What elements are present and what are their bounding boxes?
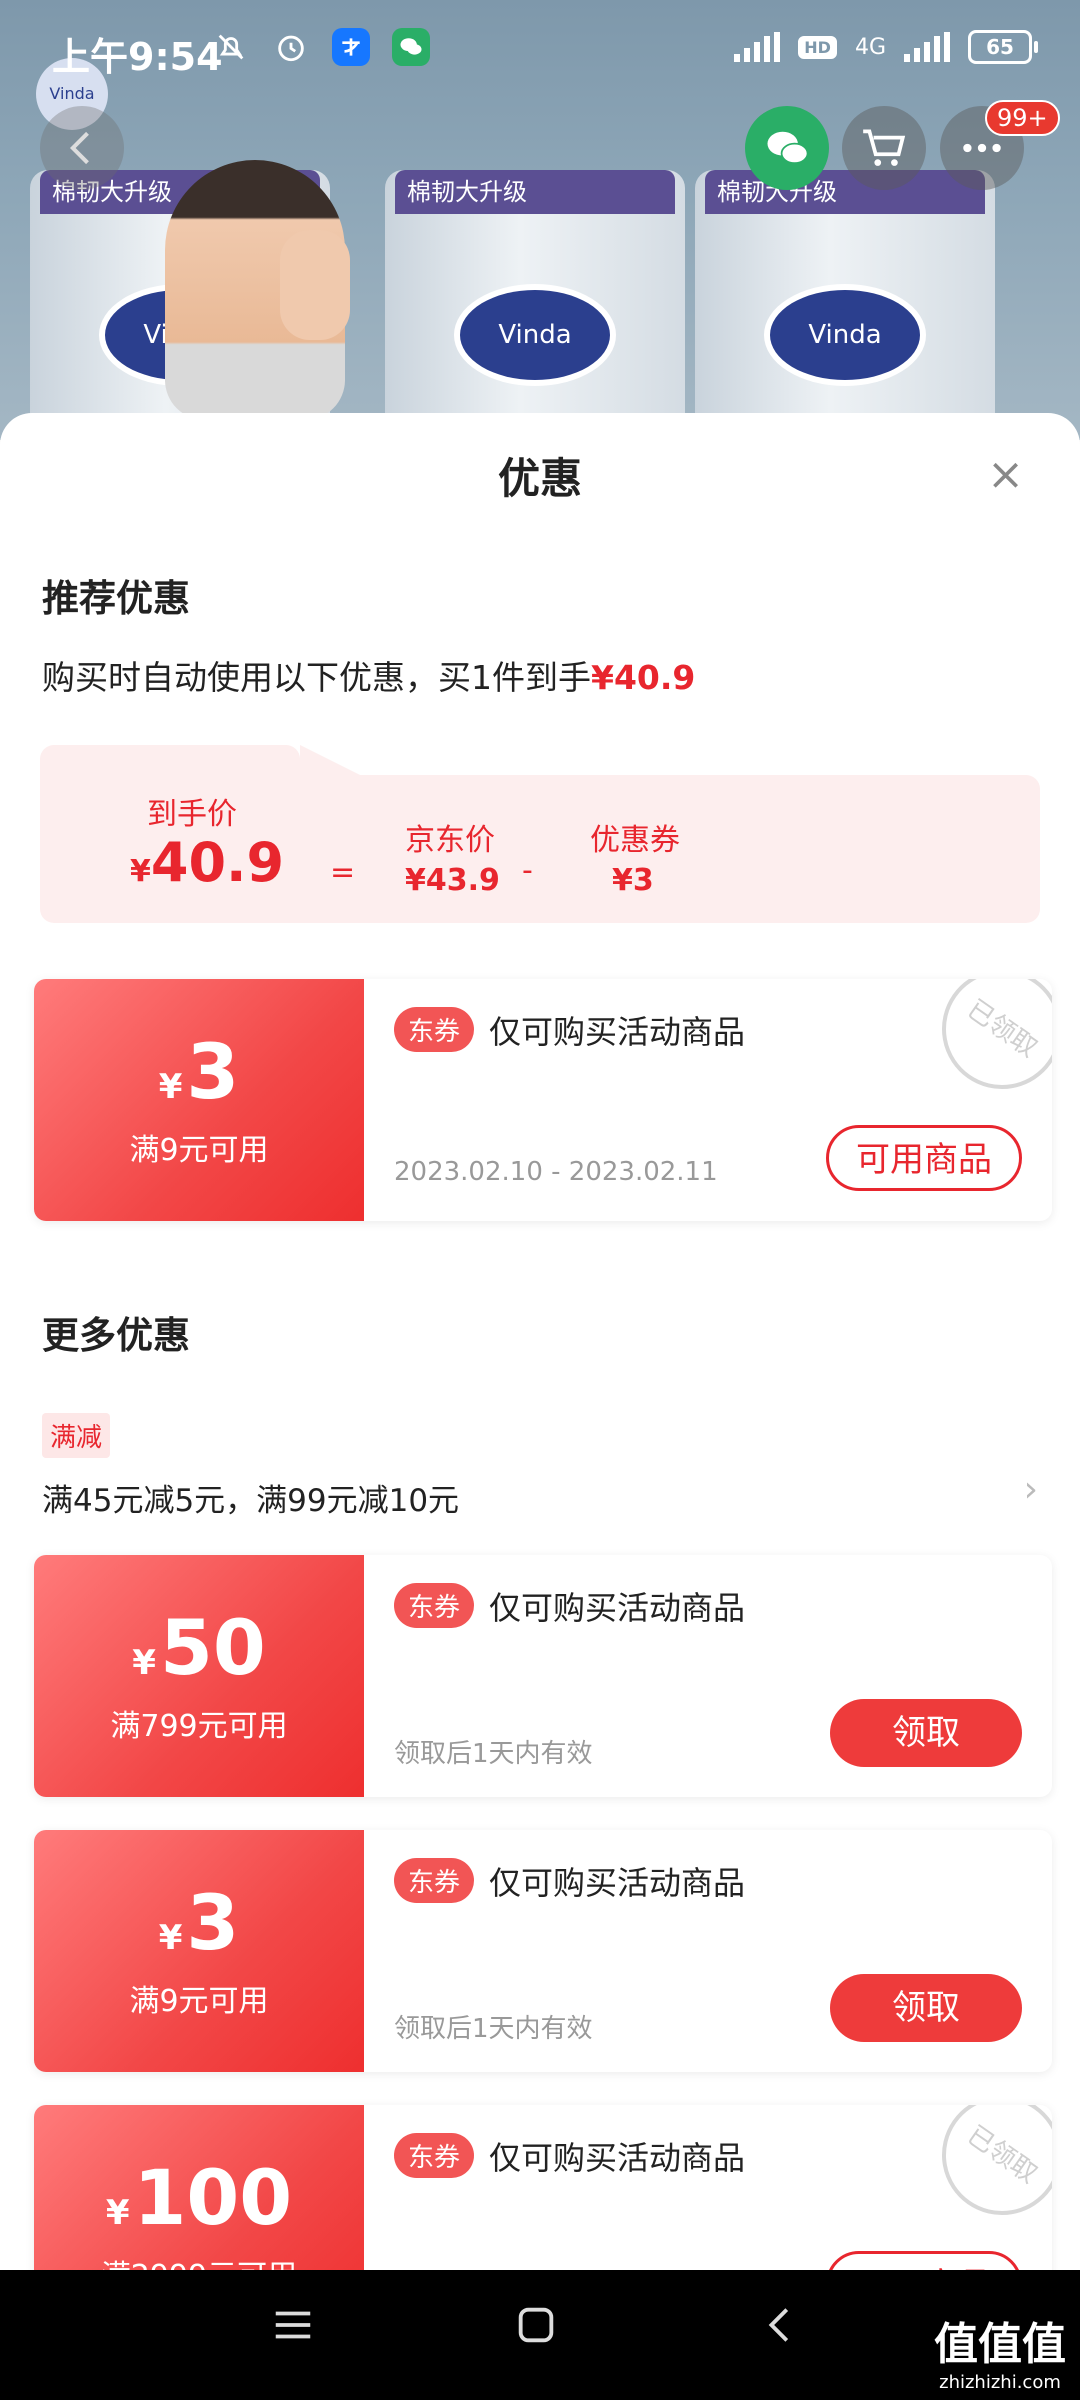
status-time: 上午9:54 (52, 35, 223, 79)
full-reduction-tag: 满减 (42, 1413, 111, 1458)
close-icon: × (987, 449, 1024, 500)
coupon-amount: ¥50 (132, 1603, 266, 1692)
jd-price-label: 京东价 (405, 823, 495, 858)
roll-band-text: 棉韧大升级 (705, 170, 985, 214)
full-reduction-text[interactable]: 满45元减5元，满99元减10元 (42, 1475, 459, 1520)
message-count-badge: 99+ (985, 100, 1060, 136)
jd-price-value: ¥43.9 (405, 863, 500, 898)
alarm-clock-icon (272, 28, 310, 66)
coupon-type-tag: 东券 (394, 2133, 475, 2178)
hd-icon: HD (798, 35, 837, 59)
home-button[interactable] (513, 2302, 559, 2359)
coupon-type-tag: 东券 (394, 1007, 475, 1052)
watermark-site: zhizhizhi.com (939, 2372, 1061, 2393)
chevron-right-icon[interactable]: › (1024, 1469, 1038, 1510)
more-discounts-title: 更多优惠 (42, 1314, 190, 1357)
brand-logo: Vinda (460, 290, 610, 380)
coupon-amount-panel: ¥3 满9元可用 (34, 1830, 364, 2072)
coupon-amount-panel: ¥50 满799元可用 (34, 1555, 364, 1797)
coupon-description: 仅可购买活动商品 (489, 1864, 746, 1902)
wechat-icon (767, 131, 809, 165)
coupon-amount: ¥100 (105, 2153, 293, 2242)
coupon-condition: 满799元可用 (110, 1709, 288, 1744)
claim-coupon-button[interactable]: 领取 (830, 1974, 1022, 2042)
claimed-stamp: 已领取 (918, 2105, 1052, 2239)
coupon-condition: 满9元可用 (129, 1984, 269, 2019)
chevron-left-icon (69, 131, 89, 165)
applicable-products-button[interactable]: 可用商品 (826, 2251, 1022, 2270)
signal-icon (904, 32, 950, 62)
site-watermark: 值值值 zhizhizhi.com (934, 2308, 1066, 2393)
mute-bell-icon (212, 28, 250, 66)
battery-level: 65 (986, 35, 1014, 59)
battery-icon: 65 (968, 30, 1038, 64)
coupon-condition: 满2999元可用 (34, 2251, 364, 2270)
coupon-card: ¥100 满2999元可用 东券 仅可购买活动商品 可用商品 已领取 (34, 2105, 1052, 2270)
coupon-validity: 领取后1天内有效 (394, 1739, 593, 1769)
model-hand-image (280, 230, 350, 340)
system-nav-bar (0, 2270, 1080, 2400)
recommended-subtitle-price: ¥40.9 (591, 658, 696, 697)
final-price-amount: 40.9 (150, 831, 285, 894)
menu-icon (275, 2311, 311, 2339)
menu-button[interactable] (270, 2302, 316, 2359)
wechat-share-button[interactable] (745, 106, 829, 190)
nav-back-button[interactable] (758, 2302, 804, 2359)
final-price-currency: ¥ (130, 854, 151, 889)
coupon-description: 仅可购买活动商品 (489, 1013, 746, 1051)
coupon-amount-panel: ¥100 满2999元可用 (34, 2105, 364, 2270)
roll-band-text: 棉韧大升级 (395, 170, 675, 214)
coupon-type-tag: 东券 (394, 1583, 475, 1628)
claim-coupon-button[interactable]: 领取 (830, 1699, 1022, 1767)
final-price-label: 到手价 (147, 797, 237, 832)
price-breakdown: 到手价 ¥40.9 = 京东价 ¥43.9 - 优惠券 ¥3 (40, 745, 1040, 923)
coupon-amount: ¥3 (158, 1027, 240, 1116)
coupon-condition: 满9元可用 (129, 1133, 269, 1168)
cart-icon (863, 129, 906, 166)
discount-sheet: 优惠 × 推荐优惠 购买时自动使用以下优惠，买1件到手¥40.9 到手价 ¥40… (0, 413, 1080, 2270)
close-button[interactable]: × (987, 449, 1024, 500)
watermark-logo-text: 值值值 (934, 2319, 1066, 2370)
coupon-value: ¥3 (612, 863, 654, 898)
home-square-icon (518, 2307, 554, 2343)
status-system-icons: HD 4G 65 (734, 30, 1038, 64)
coupon-card: ¥3 满9元可用 东券 仅可购买活动商品 领取后1天内有效 领取 (34, 1830, 1052, 2072)
coupon-description: 仅可购买活动商品 (489, 2139, 746, 2177)
minus-sign: - (522, 853, 533, 888)
claimed-stamp: 已领取 (918, 979, 1052, 1113)
brand-logo: Vinda (770, 290, 920, 380)
equals-sign: = (330, 855, 356, 890)
coupon-description: 仅可购买活动商品 (489, 1589, 746, 1627)
coupon-validity: 2023.02.10 - 2023.02.11 (394, 1157, 718, 1187)
status-bar: 上午9:54 HD 4G 65 (0, 0, 1080, 100)
signal-icon (734, 32, 781, 62)
coupon-card: ¥50 满799元可用 东券 仅可购买活动商品 领取后1天内有效 领取 (34, 1555, 1052, 1797)
coupon-label: 优惠券 (590, 823, 680, 858)
sheet-title: 优惠 (497, 454, 582, 503)
tissue-roll-image: 棉韧大升级 Vinda (385, 170, 685, 440)
back-arrow-icon (768, 2308, 789, 2342)
cart-button[interactable] (842, 106, 926, 190)
coupon-card: ¥3 满9元可用 东券 仅可购买活动商品 2023.02.10 - 2023.0… (34, 979, 1052, 1221)
alipay-icon (332, 28, 370, 66)
recommended-title: 推荐优惠 (42, 577, 190, 620)
wechat-icon (392, 28, 430, 66)
back-button[interactable] (40, 106, 124, 190)
status-notification-icons (212, 28, 430, 66)
network-type: 4G (854, 34, 886, 60)
recommended-subtitle-text: 购买时自动使用以下优惠，买1件到手 (42, 658, 591, 697)
coupon-validity: 领取后1天内有效 (394, 2014, 593, 2044)
coupon-amount-panel: ¥3 满9元可用 (34, 979, 364, 1221)
final-price-value: ¥40.9 (130, 831, 284, 894)
applicable-products-button[interactable]: 可用商品 (826, 1125, 1022, 1191)
coupon-type-tag: 东券 (394, 1858, 475, 1903)
tissue-roll-image: 棉韧大升级 Vinda (695, 170, 995, 440)
coupon-amount: ¥3 (158, 1878, 240, 1967)
recommended-subtitle: 购买时自动使用以下优惠，买1件到手¥40.9 (42, 651, 695, 699)
